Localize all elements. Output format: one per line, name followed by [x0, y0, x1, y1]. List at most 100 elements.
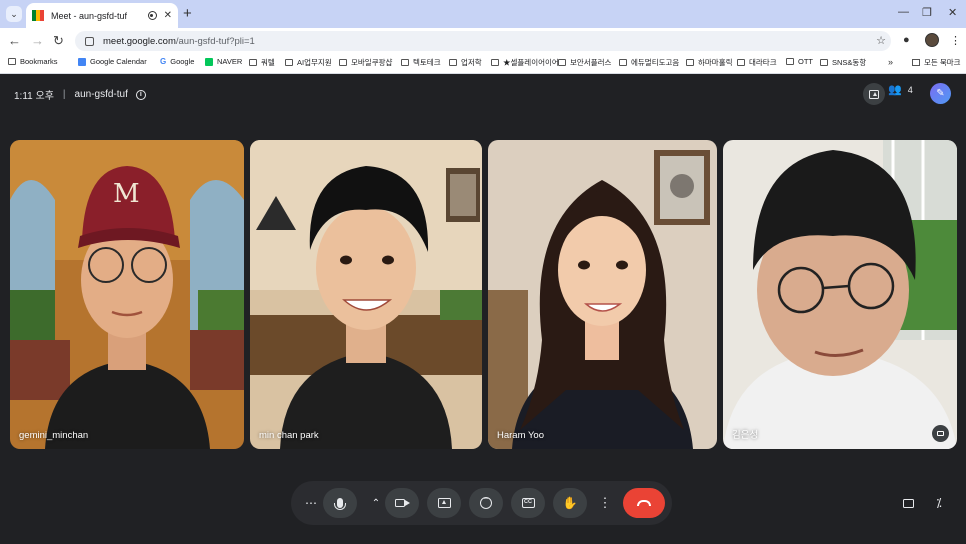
browser-chrome: ⌄ Meet - aun-gsfd-tuf ✕ + — ❐ ✕ ← → ↻ me…: [0, 0, 966, 74]
participant-tile[interactable]: M gemini_minchan: [10, 140, 244, 449]
meeting-details: 1:11 오후 | aun-gsfd-tuf i: [14, 87, 146, 102]
tab-meet[interactable]: Meet - aun-gsfd-tuf ✕: [26, 3, 178, 28]
mic-icon: [334, 498, 346, 510]
calendar-icon: [78, 57, 86, 66]
bookmark-folder[interactable]: 업저학: [449, 57, 482, 68]
hang-up-icon: [637, 500, 651, 506]
profile-avatar[interactable]: [925, 33, 939, 47]
address-bar[interactable]: meet.google.com/aun-gsfd-tuf?pli=1 ☆: [75, 31, 891, 51]
meeting-time: 1:11 오후: [14, 91, 54, 102]
minimize-button[interactable]: —: [898, 6, 909, 18]
bookmark-folder[interactable]: 보안서플러스: [558, 57, 611, 68]
participant-tile[interactable]: min chan park: [250, 140, 482, 449]
captions-button[interactable]: CC: [511, 488, 545, 518]
bookmark-folder[interactable]: 텍토테크: [401, 57, 441, 68]
activities-button[interactable]: ⁒: [928, 492, 950, 514]
url-text: meet.google.com/aun-gsfd-tuf?pli=1: [103, 35, 255, 47]
participant-name: min chan park: [259, 430, 319, 441]
camera-icon: [932, 425, 949, 442]
folder-icon: [737, 59, 745, 66]
bookmark-star-icon[interactable]: ☆: [876, 34, 886, 47]
people-count: 4: [907, 84, 913, 95]
bookmark-icon: [8, 58, 16, 65]
present-button[interactable]: [427, 488, 461, 518]
hand-icon: ✋: [562, 496, 578, 510]
browser-toolbar: ← → ↻ meet.google.com/aun-gsfd-tuf?pli=1…: [0, 28, 966, 54]
participant-name: Haram Yoo: [497, 430, 545, 441]
naver-icon: [205, 57, 213, 66]
camera-options-button[interactable]: ⌃: [365, 488, 387, 518]
bookmark-folder[interactable]: 쿼텔: [249, 57, 275, 68]
participant-video-icon: M: [10, 140, 244, 449]
bookmark-folder[interactable]: 하마마홀릭: [686, 57, 733, 68]
bookmark-item[interactable]: NAVER: [205, 57, 242, 66]
leave-call-button[interactable]: [623, 488, 665, 518]
new-tab-button[interactable]: +: [183, 6, 192, 22]
browser-menu-button[interactable]: ⋮: [950, 34, 961, 47]
forward-button[interactable]: →: [31, 33, 44, 49]
site-info-icon[interactable]: [85, 36, 94, 46]
share-screen-top-button[interactable]: [863, 83, 885, 105]
folder-icon: [491, 59, 499, 66]
share-icon: [869, 89, 879, 99]
folder-icon: [449, 59, 457, 66]
restore-button[interactable]: ❐: [922, 6, 932, 19]
meeting-code: aun-gsfd-tuf: [74, 89, 128, 100]
participant-name: 김은성: [732, 430, 759, 441]
participant-tile[interactable]: Haram Yoo: [488, 140, 717, 449]
folder-icon: [619, 59, 627, 66]
meet-favicon-icon: [32, 10, 45, 21]
gemini-button[interactable]: ✎: [930, 83, 951, 104]
participant-video-icon: [250, 140, 482, 449]
folder-icon: [558, 59, 566, 66]
mic-button[interactable]: [323, 488, 357, 518]
more-actions-button[interactable]: ⋮: [594, 488, 616, 518]
google-icon: G: [160, 57, 167, 66]
activities-icon: ⁒: [936, 496, 942, 510]
folder-icon: [249, 59, 257, 66]
participant-video-icon: [488, 140, 717, 449]
bookmark-item[interactable]: Google Calendar: [78, 57, 147, 66]
present-screen-icon: [437, 498, 451, 508]
bookmark-folder[interactable]: 대라타크: [737, 57, 777, 68]
bookmarks-bar: Bookmarks Google Calendar G Google NAVER …: [0, 54, 966, 74]
window-close-button[interactable]: ✕: [948, 6, 957, 19]
bookmark-folder[interactable]: ★셀플레이어이어: [491, 57, 559, 68]
participant-video-icon: [723, 140, 957, 449]
captions-icon: CC: [521, 498, 535, 508]
folder-icon: [786, 58, 794, 65]
back-button[interactable]: ←: [8, 33, 21, 49]
camera-button[interactable]: [385, 488, 419, 518]
folder-icon: [401, 59, 409, 66]
tab-close-button[interactable]: ✕: [164, 10, 172, 21]
bookmark-folder[interactable]: OTT: [786, 57, 813, 66]
svg-text:M: M: [113, 179, 140, 209]
meeting-info-icon[interactable]: i: [135, 89, 146, 100]
folder-icon: [820, 59, 828, 66]
raise-hand-button[interactable]: ✋: [553, 488, 587, 518]
people-button[interactable]: 👥 4: [888, 83, 924, 96]
profile-switch-icon[interactable]: ●: [903, 34, 910, 46]
participant-name: gemini_minchan: [19, 430, 89, 441]
folder-icon: [912, 59, 920, 66]
bookmark-folder[interactable]: SNS&동항: [820, 57, 866, 68]
bookmark-item[interactable]: Bookmarks: [8, 57, 58, 66]
bookmark-folder[interactable]: AI업무지원: [285, 57, 332, 68]
reactions-button[interactable]: ︶: [469, 488, 503, 518]
tab-title: Meet - aun-gsfd-tuf: [51, 10, 128, 21]
participant-tile[interactable]: 김은성: [723, 140, 957, 449]
bookmarks-more-button[interactable]: »: [888, 57, 893, 67]
call-controls: ⋯ ⌃ ︶ CC ✋ ⋮: [291, 481, 672, 525]
chat-button[interactable]: [897, 492, 919, 514]
reload-button[interactable]: ↻: [53, 33, 64, 49]
bookmark-item[interactable]: G Google: [160, 57, 194, 66]
more-options-button[interactable]: ⋯: [300, 488, 322, 518]
tab-search-button[interactable]: ⌄: [6, 6, 22, 22]
gemini-sparkle-icon: ✎: [936, 88, 945, 99]
folder-icon: [686, 59, 694, 66]
bookmark-folder[interactable]: 에듀멀티도고음: [619, 57, 679, 68]
folder-icon: [285, 59, 293, 66]
all-bookmarks-button[interactable]: 모든 북마크: [912, 57, 961, 68]
camera-icon: [395, 499, 410, 507]
bookmark-folder[interactable]: 모바일쿠팡샵: [339, 57, 392, 68]
